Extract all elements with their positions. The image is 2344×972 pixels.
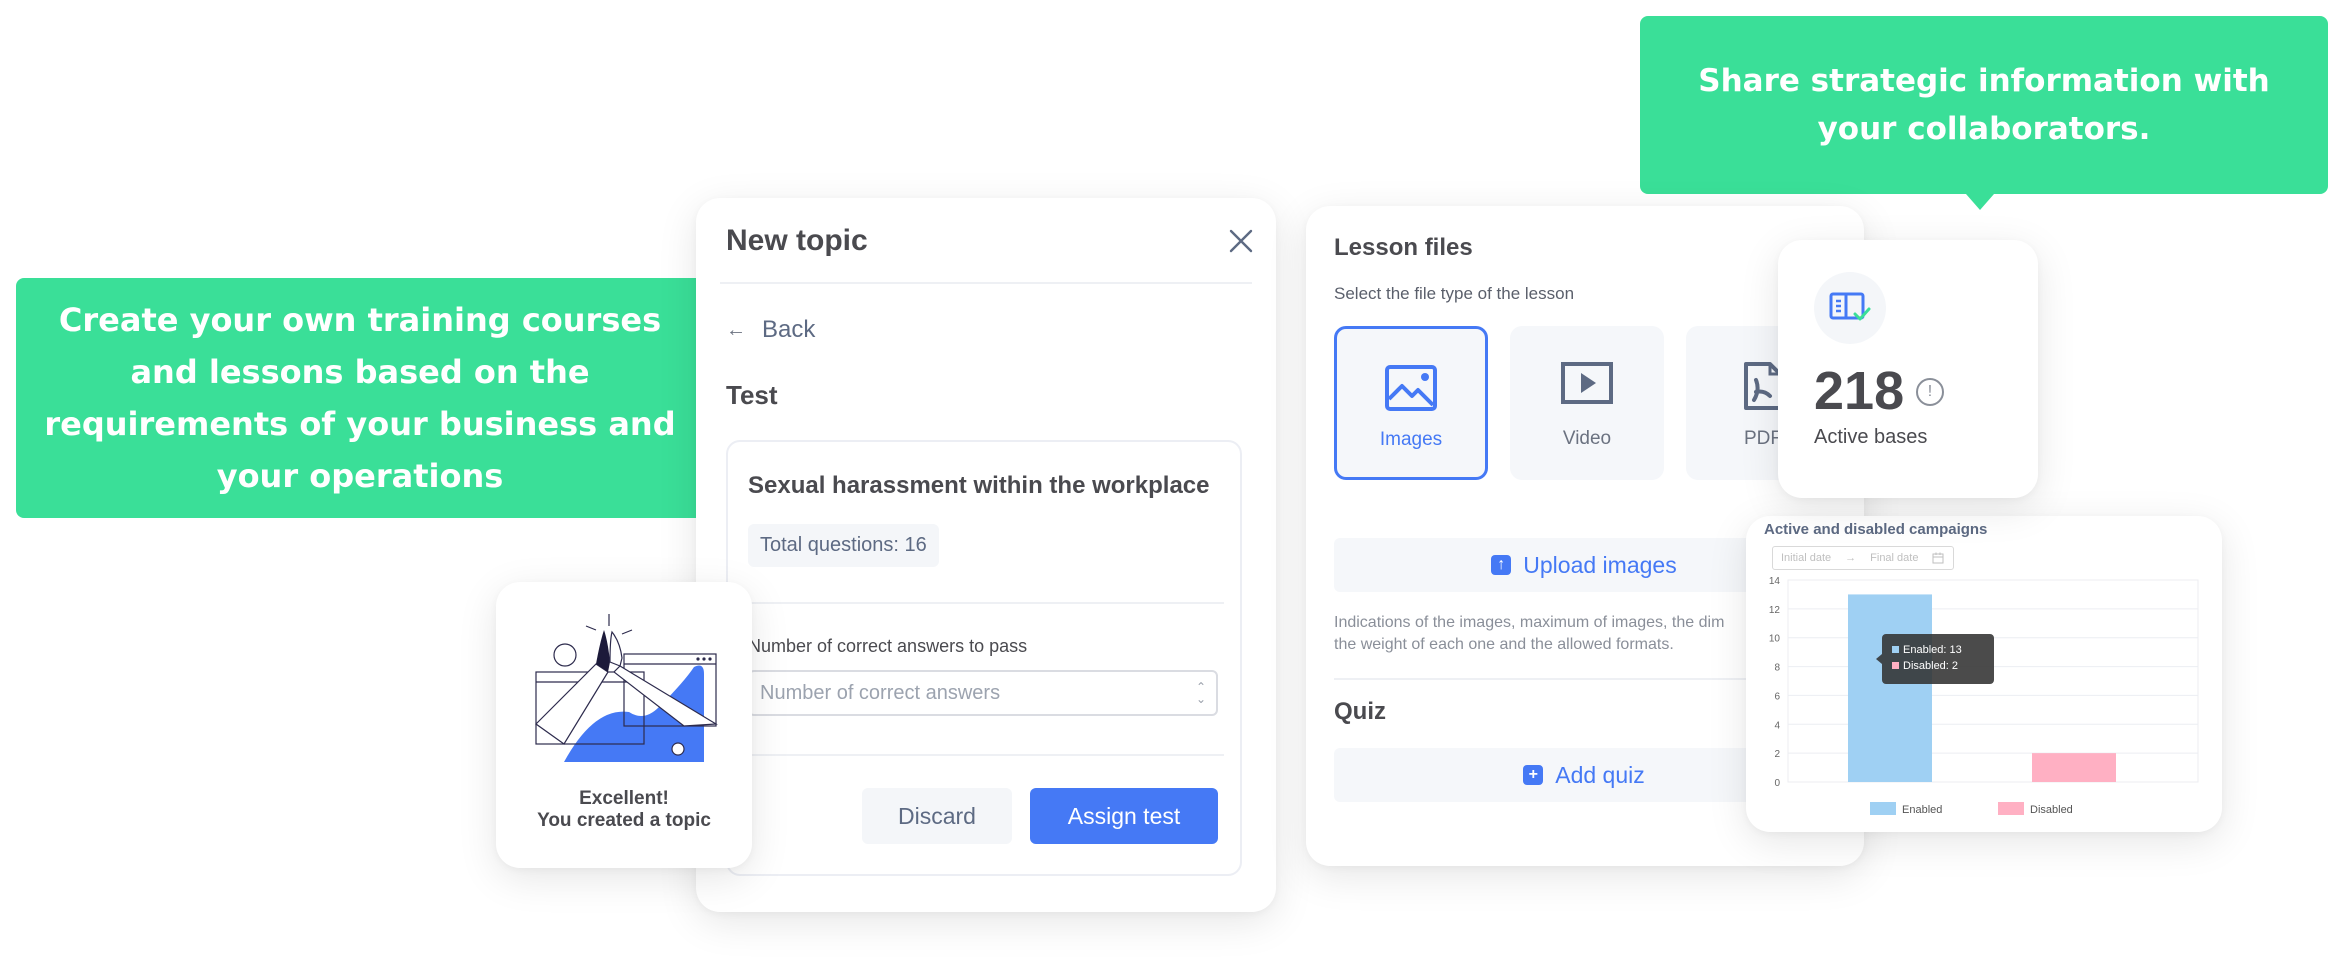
tooltip-enabled-text: Enabled: 13 — [1903, 644, 1962, 656]
test-divider — [748, 602, 1224, 604]
stat-label: Active bases — [1814, 426, 1928, 448]
success-line-2: You created a topic — [537, 810, 711, 831]
callout-create-courses: Create your own training courses and les… — [16, 278, 718, 518]
bar-enabled — [1848, 594, 1932, 782]
upload-icon: ↑ — [1491, 555, 1512, 575]
stat-value: 218 — [1814, 361, 1905, 421]
bar-disabled — [2032, 753, 2116, 782]
tooltip-disabled-text: Disabled: 2 — [1903, 660, 1959, 672]
video-icon — [1561, 362, 1613, 404]
y-tick-label: 14 — [1769, 576, 1781, 587]
filetype-video[interactable]: Video — [1510, 326, 1664, 480]
lesson-files-subtitle: Select the file type of the lesson — [1334, 284, 1575, 303]
pass-field-label: Number of correct answers to pass — [748, 636, 1028, 656]
test-name: Sexual harassment within the workplace — [748, 472, 1210, 499]
calendar-icon — [1932, 552, 1944, 564]
y-tick-label: 10 — [1769, 634, 1781, 645]
plus-icon: + — [1523, 765, 1544, 785]
test-card: Sexual harassment within the workplace T… — [726, 440, 1242, 876]
book-check-icon — [1829, 292, 1871, 321]
close-button[interactable] — [1228, 228, 1254, 254]
info-icon[interactable]: ! — [1916, 378, 1944, 406]
legend-label-disabled: Disabled — [2030, 804, 2073, 816]
stat-icon-container — [1814, 272, 1886, 344]
lesson-files-title: Lesson files — [1334, 234, 1473, 261]
tooltip-row-enabled: Enabled: 13 — [1892, 642, 1984, 658]
active-bases-card: 218 ! Active bases — [1778, 240, 2038, 498]
y-tick-label: 12 — [1769, 605, 1781, 616]
add-quiz-label: Add quiz — [1555, 761, 1645, 788]
assign-test-button[interactable]: Assign test — [1030, 788, 1218, 844]
discard-button[interactable]: Discard — [862, 788, 1012, 844]
image-icon — [1385, 365, 1437, 411]
y-tick-label: 6 — [1774, 691, 1780, 702]
success-line-1: Excellent! — [579, 788, 669, 809]
y-tick-label: 2 — [1774, 749, 1780, 760]
section-title-test: Test — [726, 380, 778, 410]
legend-label-enabled: Enabled — [1902, 804, 1942, 816]
y-tick-label: 0 — [1774, 778, 1780, 789]
arrow-left-icon: ← — [726, 318, 746, 341]
filetype-label: PDF — [1744, 428, 1782, 449]
legend-swatch-disabled — [1998, 802, 2024, 815]
filetype-label: Video — [1562, 428, 1612, 449]
quiz-title: Quiz — [1334, 698, 1386, 725]
chevron-down-icon[interactable]: ⌄ — [1196, 693, 1206, 705]
input-placeholder: Number of correct answers — [760, 681, 1001, 704]
upload-label: Upload images — [1523, 551, 1677, 578]
end-date-input[interactable]: Final date — [1870, 552, 1918, 564]
filetype-images[interactable]: Images — [1334, 326, 1488, 480]
back-label: Back — [762, 316, 816, 343]
back-link[interactable]: ← Back — [726, 316, 815, 344]
close-icon — [1229, 229, 1253, 253]
callout-share-info: Share strategic information with your co… — [1640, 16, 2328, 210]
tooltip-row-disabled: Disabled: 2 — [1892, 658, 1984, 674]
correct-answers-input[interactable]: Number of correct answers ⌃ ⌄ — [748, 670, 1218, 716]
chart-tooltip: Enabled: 13 Disabled: 2 — [1876, 634, 1994, 684]
callout-text: Share strategic information with your co… — [1698, 63, 2270, 147]
y-tick-label: 8 — [1774, 663, 1780, 674]
panel-title: New topic — [726, 224, 868, 257]
filetype-label: Images — [1379, 429, 1443, 450]
high-five-illustration — [535, 614, 718, 762]
actions-divider — [748, 754, 1224, 756]
number-stepper[interactable]: ⌃ ⌄ — [1196, 681, 1206, 705]
total-questions-badge: Total questions: 16 — [748, 524, 939, 567]
success-card: Excellent! You created a topic — [496, 582, 752, 868]
chart-title: Active and disabled campaigns — [1764, 521, 1988, 538]
header-divider — [720, 282, 1252, 284]
new-topic-panel: New topic ← Back Test Sexual harassment … — [696, 198, 1276, 912]
success-message: Excellent! You created a topic — [496, 788, 752, 832]
date-range-picker[interactable]: Initial date → Final date — [1772, 546, 1954, 570]
campaigns-chart-card: 0 2 4 6 8 10 12 14 Enabled Disabled Active and di… — [1746, 516, 2222, 832]
start-date-input[interactable]: Initial date — [1781, 552, 1831, 564]
y-tick-label: 4 — [1774, 720, 1780, 731]
legend-swatch-enabled — [1870, 802, 1896, 815]
callout-text: Create your own training courses and les… — [44, 301, 676, 495]
arrow-right-icon: → — [1845, 552, 1857, 564]
